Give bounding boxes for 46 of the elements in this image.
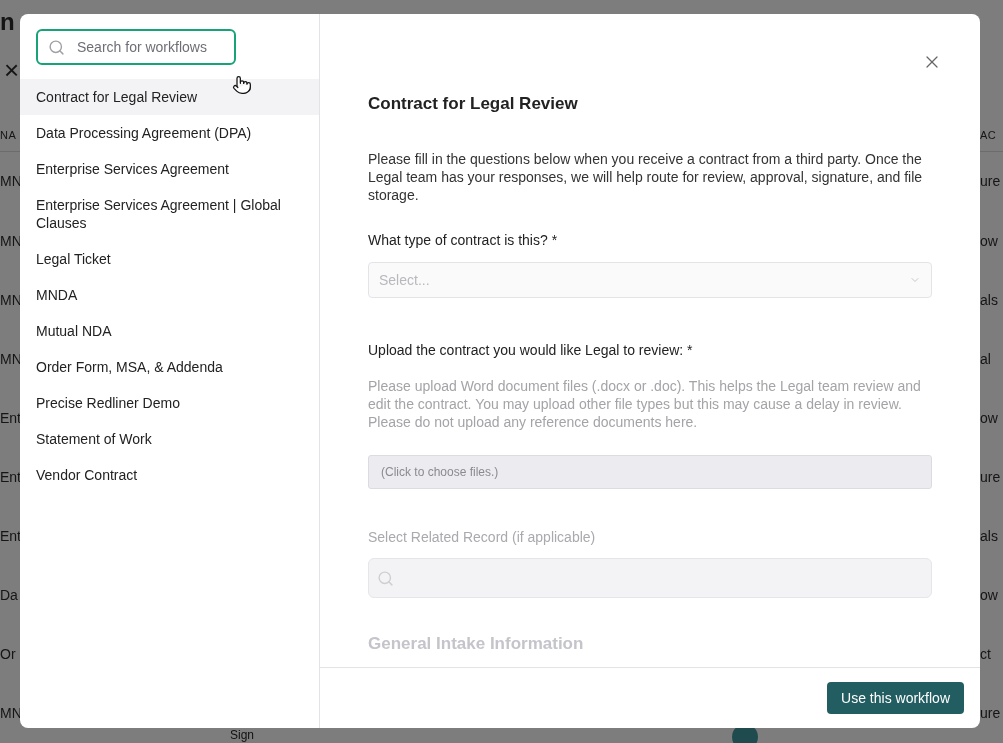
table-cell-text: ure — [980, 468, 1002, 485]
use-workflow-button[interactable]: Use this workflow — [827, 682, 964, 714]
table-cell-text: ct — [980, 646, 992, 663]
workflow-item[interactable]: Enterprise Services Agreement | Global Clauses — [20, 187, 319, 241]
workflow-item[interactable]: Legal Ticket — [20, 241, 319, 277]
workflow-item[interactable]: MNDA — [20, 277, 319, 313]
table-cell-text: Da — [0, 587, 19, 604]
table-cell: MN — [0, 291, 20, 308]
form-intro: Please fill in the questions below when you receive a contract from a third party. Once the Legal team has your responses, we will help route for review, approval, signature, and file storage. — [368, 150, 924, 204]
table-cell-text: Or — [0, 646, 17, 663]
close-mark: × — [3, 58, 20, 82]
table-cell: MN — [0, 350, 20, 367]
field-label: What type of contract is this? * — [368, 232, 559, 248]
workflow-item[interactable]: Statement of Work — [20, 421, 319, 457]
workflow-item[interactable]: Contract for Legal Review — [20, 79, 319, 115]
table-cell-text: ow — [980, 409, 999, 426]
workflow-item[interactable]: Mutual NDA — [20, 313, 319, 349]
search-icon — [48, 39, 65, 56]
hand-cursor-icon — [232, 75, 252, 95]
workflow-item[interactable]: Precise Redliner Demo — [20, 385, 319, 421]
table-cell: Sign — [230, 729, 255, 742]
column-header: AC — [980, 128, 998, 141]
page-title: n — [0, 8, 16, 36]
workflow-item[interactable]: Enterprise Services Agreement — [20, 151, 319, 187]
table-cell: MN — [0, 173, 20, 190]
table-cell-text: ow — [980, 587, 999, 604]
form-title: Contract for Legal Review — [368, 94, 579, 114]
table-cell-text: al — [980, 350, 992, 367]
column-header: NA — [0, 128, 18, 141]
field-label: Upload the contract you would like Legal to review: * — [368, 342, 694, 358]
search-icon — [377, 569, 394, 587]
table-cell-text: als — [980, 291, 999, 308]
table-cell-text: ure — [980, 173, 1002, 190]
table-cell: MN — [0, 232, 20, 249]
table-cell-text: ow — [980, 232, 999, 249]
table-cell-text: ure — [980, 705, 1002, 722]
workflow-item[interactable]: Data Processing Agreement (DPA) — [20, 115, 319, 151]
table-cell: MN — [0, 705, 20, 722]
table-cell-text: als — [980, 528, 999, 545]
section-heading: General Intake Information — [368, 634, 585, 654]
record-search-field[interactable] — [368, 558, 932, 598]
workflow-item[interactable]: Order Form, MSA, & Addenda — [20, 349, 319, 385]
field-label: Select Related Record (if applicable) — [368, 529, 597, 545]
workflow-search-field[interactable]: Search for workflows — [36, 29, 236, 65]
workflow-item[interactable]: Vendor Contract — [20, 457, 319, 493]
help-text: Please upload Word document files (.docx or .doc). This helps the Legal team review and edit the contract. You may upload other file types but this may cause a delay in review. Please do not upload any reference documents here. — [368, 377, 922, 431]
